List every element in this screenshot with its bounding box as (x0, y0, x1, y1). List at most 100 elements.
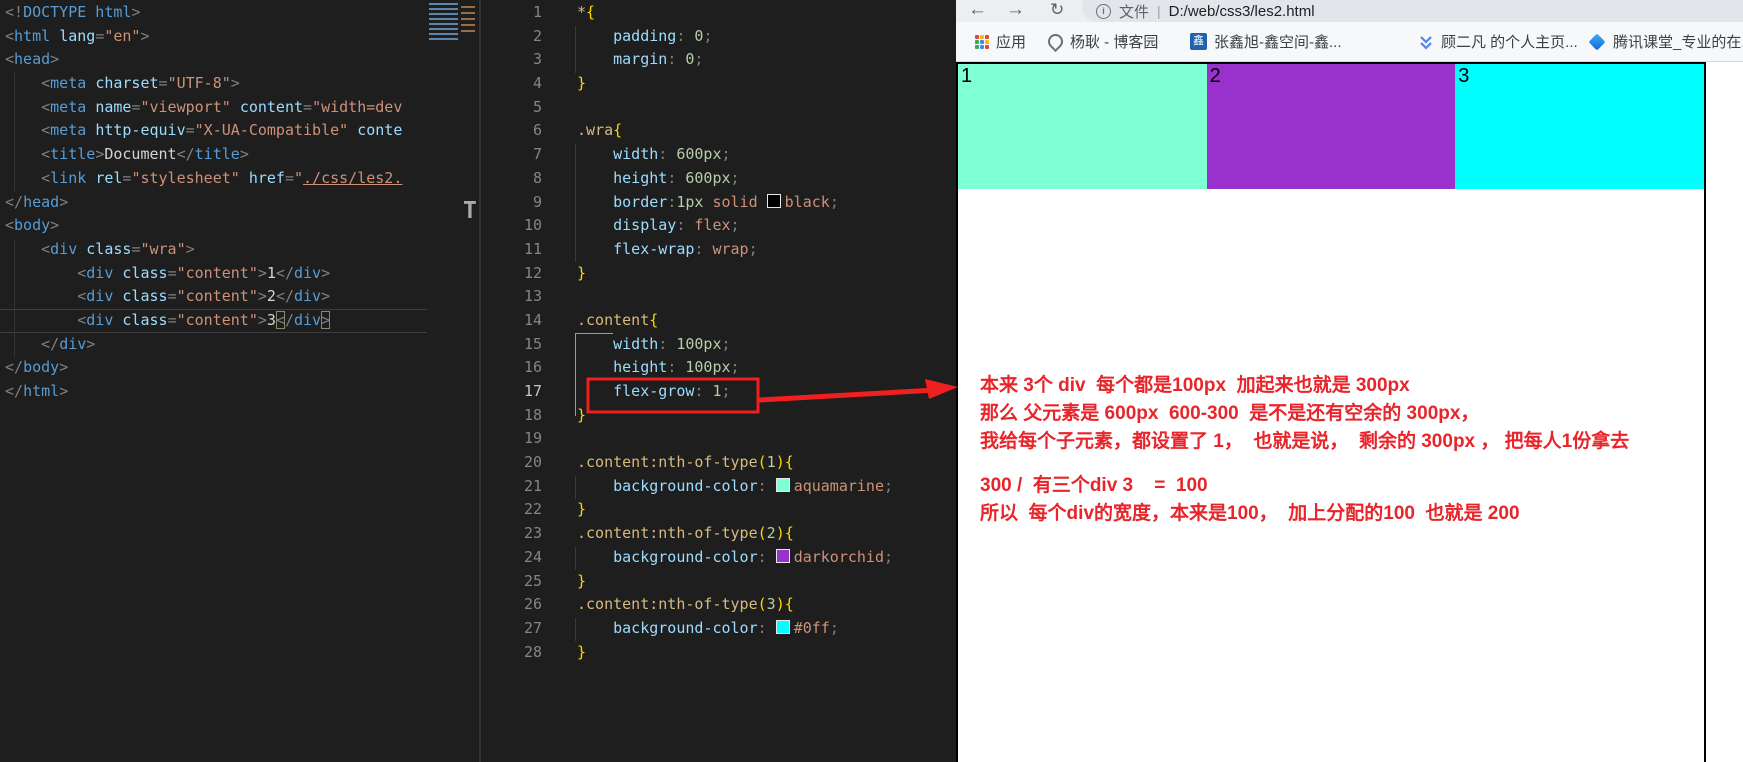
code-line[interactable]: 8 height: 600px; (481, 167, 956, 191)
code-line[interactable]: 24 background-color: darkorchid; (481, 546, 956, 570)
code-line[interactable]: </body> (0, 356, 427, 380)
editor-pane-css[interactable]: 1*{2 padding: 0;3 margin: 0;4}56.wra{7 w… (481, 0, 956, 762)
code-token: ( (758, 595, 767, 613)
code-token: : (694, 240, 712, 258)
code-line[interactable]: 1*{ (481, 1, 956, 25)
code-line[interactable]: 25} (481, 570, 956, 594)
code-token (240, 169, 249, 187)
code-line[interactable]: <div class="content">3</div> (0, 309, 427, 333)
code-line[interactable]: 26.content:nth-of-type(3){ (481, 593, 956, 617)
code-token: * (577, 3, 586, 21)
code-line[interactable]: 16 height: 100px; (481, 356, 956, 380)
back-button[interactable]: ← (968, 0, 987, 22)
code-line[interactable]: <div class="content">1</div> (0, 262, 427, 286)
code-line[interactable]: </head> (0, 191, 427, 215)
code-token: 1 (767, 453, 776, 471)
code-token: display (613, 216, 676, 234)
refresh-button[interactable]: ↻ (1050, 0, 1064, 22)
code-token: : (758, 548, 776, 566)
code-line[interactable]: 11 flex-wrap: wrap; (481, 238, 956, 262)
code-token: ( (758, 524, 767, 542)
code-token: > (258, 264, 267, 282)
line-number: 4 (481, 72, 542, 96)
code-line[interactable]: 17 flex-grow: 1; (481, 380, 956, 404)
note-line: 本来 3个 div 每个都是100px 加起来也就是 300px (980, 372, 1629, 400)
code-line[interactable]: 19 (481, 427, 956, 451)
code-token: 100px (685, 358, 730, 376)
code-token: .content:nth-of-type (577, 595, 758, 613)
code-token: Document (104, 145, 176, 163)
code-token: ; (749, 240, 758, 258)
code-line[interactable]: 9 border:1px solid black; (481, 191, 956, 215)
bookmark-apps[interactable]: 应用 (975, 22, 1026, 61)
code-line[interactable]: 18} (481, 404, 956, 428)
code-line[interactable]: <meta http-equiv="X-UA-Compatible" conte (0, 119, 427, 143)
line-number: 9 (481, 191, 542, 215)
bookmark-xin[interactable]: 鑫 张鑫旭-鑫空间-鑫... (1190, 22, 1342, 61)
code-line[interactable]: 3 margin: 0; (481, 48, 956, 72)
code-line[interactable]: 4} (481, 72, 956, 96)
xin-square-icon: 鑫 (1190, 33, 1207, 50)
code-line[interactable]: 21 background-color: aquamarine; (481, 475, 956, 499)
line-number: 5 (481, 96, 542, 120)
code-token: background-color (613, 548, 758, 566)
bookmark-class[interactable]: 腾讯课堂_专业的在... (1588, 22, 1743, 61)
code-line[interactable]: <title>Document</title> (0, 143, 427, 167)
bookmark-homepage[interactable]: 顾二凡 的个人主页... (1418, 22, 1578, 61)
code-line[interactable]: 28} (481, 641, 956, 665)
code-line[interactable]: 12} (481, 262, 956, 286)
code-token (5, 121, 41, 139)
code-line[interactable]: </html> (0, 380, 427, 404)
minimap[interactable]: T (427, 0, 479, 762)
minimap-marks (429, 3, 458, 41)
code-line[interactable]: <link rel="stylesheet" href="./css/les2. (0, 167, 427, 191)
code-line[interactable]: 23.content:nth-of-type(2){ (481, 522, 956, 546)
code-line[interactable]: 15 width: 100px; (481, 333, 956, 357)
code-line[interactable]: 13 (481, 285, 956, 309)
code-token: height (613, 358, 667, 376)
code-line[interactable]: <meta name="viewport" content="width=dev (0, 96, 427, 120)
line-number: 6 (481, 119, 542, 143)
code-token: http-equiv (95, 121, 185, 139)
code-token: html (23, 382, 59, 400)
code-line[interactable]: <!DOCTYPE html> (0, 1, 427, 25)
code-line[interactable]: <div class="content">2</div> (0, 285, 427, 309)
bookmark-blog[interactable]: 杨耿 - 博客园 (1048, 22, 1158, 61)
editor-pane-html[interactable]: <!DOCTYPE html><html lang="en"><head> <m… (0, 0, 427, 762)
code-line[interactable]: <div class="wra"> (0, 238, 427, 262)
code-line[interactable]: <html lang="en"> (0, 25, 427, 49)
page-info-icon[interactable]: i (1096, 4, 1111, 19)
code-line[interactable]: 14.content{ (481, 309, 956, 333)
code-line[interactable]: 27 background-color: #0ff; (481, 617, 956, 641)
code-text: height: 600px; (577, 167, 740, 191)
code-token: padding (613, 27, 676, 45)
code-token: </ (41, 335, 59, 353)
code-line[interactable]: 5 (481, 96, 956, 120)
code-token: flex-grow (613, 382, 694, 400)
code-line[interactable]: <body> (0, 214, 427, 238)
code-line[interactable]: <head> (0, 48, 427, 72)
code-line[interactable]: 10 display: flex; (481, 214, 956, 238)
indent-guide (14, 73, 15, 191)
code-line[interactable]: </div> (0, 333, 427, 357)
code-token: flex-wrap (613, 240, 694, 258)
forward-button[interactable]: → (1006, 0, 1025, 22)
code-line[interactable]: 22} (481, 498, 956, 522)
code-text: background-color: aquamarine; (577, 475, 893, 499)
code-token (5, 287, 77, 305)
code-token: charset (95, 74, 158, 92)
code-token: .wra (577, 121, 613, 139)
code-line[interactable]: <meta charset="UTF-8"> (0, 72, 427, 96)
code-line[interactable]: 20.content:nth-of-type(1){ (481, 451, 956, 475)
code-line[interactable]: 7 width: 600px; (481, 143, 956, 167)
code-token: < (5, 216, 14, 234)
code-line[interactable]: 2 padding: 0; (481, 25, 956, 49)
code-token: <! (5, 3, 23, 21)
address-bar[interactable]: i 文件 | D:/web/css3/les2.html (1082, 0, 1743, 22)
indent-guide (575, 476, 576, 499)
code-token: ; (731, 358, 740, 376)
code-line[interactable]: 6.wra{ (481, 119, 956, 143)
bookmark-label: 张鑫旭-鑫空间-鑫... (1214, 31, 1342, 52)
code-token: = (303, 98, 312, 116)
apps-grid-icon (975, 35, 989, 49)
